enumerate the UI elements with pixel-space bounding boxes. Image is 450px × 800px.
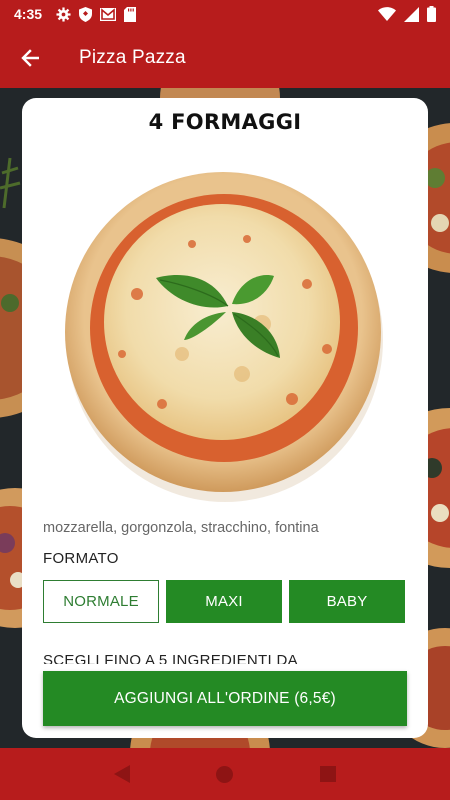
nav-home-button[interactable] xyxy=(205,754,245,794)
arrow-left-icon xyxy=(21,49,39,67)
app-bar: Pizza Pazza xyxy=(0,28,450,88)
back-triangle-icon xyxy=(113,765,130,783)
gmail-icon xyxy=(100,7,117,21)
wifi-icon xyxy=(378,7,396,21)
status-time: 4:35 xyxy=(14,6,43,22)
recents-square-icon xyxy=(320,766,337,782)
signal-icon xyxy=(404,6,419,22)
gear-icon xyxy=(56,6,71,22)
status-notification-icons xyxy=(56,6,137,22)
back-button[interactable] xyxy=(0,28,60,88)
size-button-maxi[interactable]: MAXI xyxy=(166,580,282,623)
size-button-normale[interactable]: NORMALE xyxy=(43,580,159,623)
size-button-baby[interactable]: BABY xyxy=(289,580,405,623)
ingredients-text: mozzarella, gorgonzola, stracchino, font… xyxy=(43,520,319,536)
app-title: Pizza Pazza xyxy=(79,47,186,68)
add-to-order-button[interactable]: AGGIUNGI ALL'ORDINE (6,5€) xyxy=(43,671,407,726)
sd-card-icon xyxy=(124,6,137,22)
product-card: 4 FORMAGGI mozzarella, gorgonzola, strac… xyxy=(22,98,428,738)
battery-icon xyxy=(427,6,436,22)
shield-icon xyxy=(79,6,93,22)
nav-back-button[interactable] xyxy=(102,754,142,794)
product-title: 4 FORMAGGI xyxy=(148,110,302,134)
navigation-bar xyxy=(0,748,450,800)
size-selector: NORMALE MAXI BABY xyxy=(43,580,405,623)
choose-ingredients-label: SCEGLI FINO A 5 INGREDIENTI DA xyxy=(43,652,298,664)
nav-recents-button[interactable] xyxy=(308,754,348,794)
pizza-image xyxy=(65,172,383,502)
status-system-icons xyxy=(378,6,436,22)
format-label: FORMATO xyxy=(43,550,119,567)
status-bar: 4:35 xyxy=(0,0,450,28)
home-circle-icon xyxy=(216,765,234,783)
